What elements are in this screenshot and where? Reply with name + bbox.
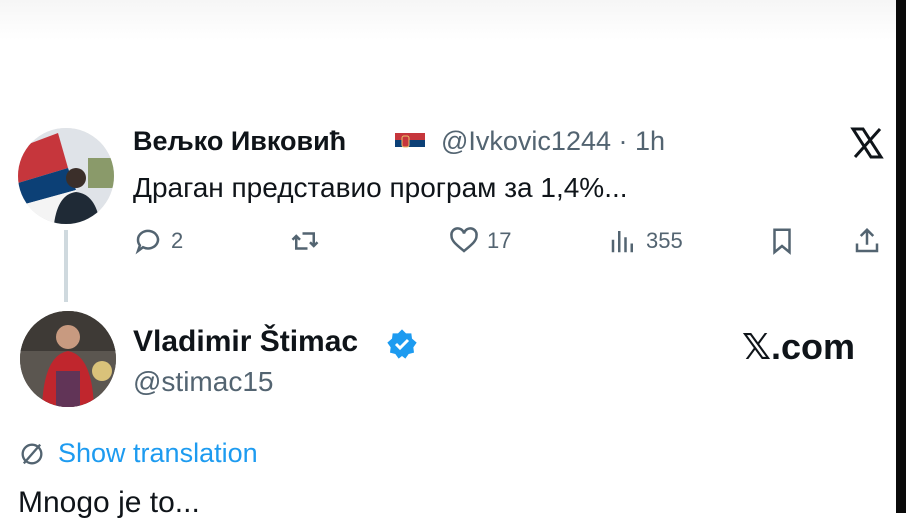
repost-button[interactable] [290, 226, 320, 256]
views-button[interactable]: 355 [608, 226, 683, 256]
reply-tweet-text: Драган представио програм за 1,4%... [133, 172, 628, 203]
heart-icon [450, 227, 478, 253]
share-icon [855, 227, 879, 253]
bookmark-button[interactable] [767, 226, 797, 256]
show-translation-button[interactable]: Show translation [18, 438, 258, 469]
faded-header-strip [0, 0, 896, 40]
reply-handle-time[interactable]: @Ivkovic1244 · 1h [441, 126, 665, 157]
show-translation-label: Show translation [58, 438, 258, 468]
like-count: 17 [487, 228, 512, 253]
reply-button[interactable]: 2 [133, 226, 183, 256]
main-handle[interactable]: @stimac15 [133, 366, 273, 398]
views-chart-icon [611, 231, 633, 253]
repost-icon [291, 232, 319, 250]
reply-icon [135, 229, 160, 255]
x-logo-icon [850, 127, 884, 159]
main-tweet-text: Mnogo je to... [18, 486, 200, 519]
view-count: 355 [646, 228, 683, 253]
serbia-flag-icon [395, 133, 425, 153]
reply-count: 2 [171, 228, 184, 253]
like-button[interactable]: 17 [449, 226, 511, 256]
avatar-photo-flag-person [18, 128, 114, 224]
main-author-name[interactable]: Vladimir Štimac [133, 325, 358, 359]
globe-icon [21, 443, 43, 464]
verified-badge-icon [387, 329, 417, 359]
screenshot-edge [896, 0, 906, 513]
avatar-velko[interactable] [18, 128, 114, 224]
avatar-stimac[interactable] [20, 311, 116, 407]
reply-author-name[interactable]: Вељко Ивковић [133, 126, 346, 157]
x-com-watermark: 𝕏.com [742, 326, 856, 367]
bookmark-icon [773, 228, 791, 255]
avatar-photo-basketball-player [20, 311, 116, 407]
thread-connector [64, 230, 68, 302]
share-button[interactable] [852, 226, 882, 256]
